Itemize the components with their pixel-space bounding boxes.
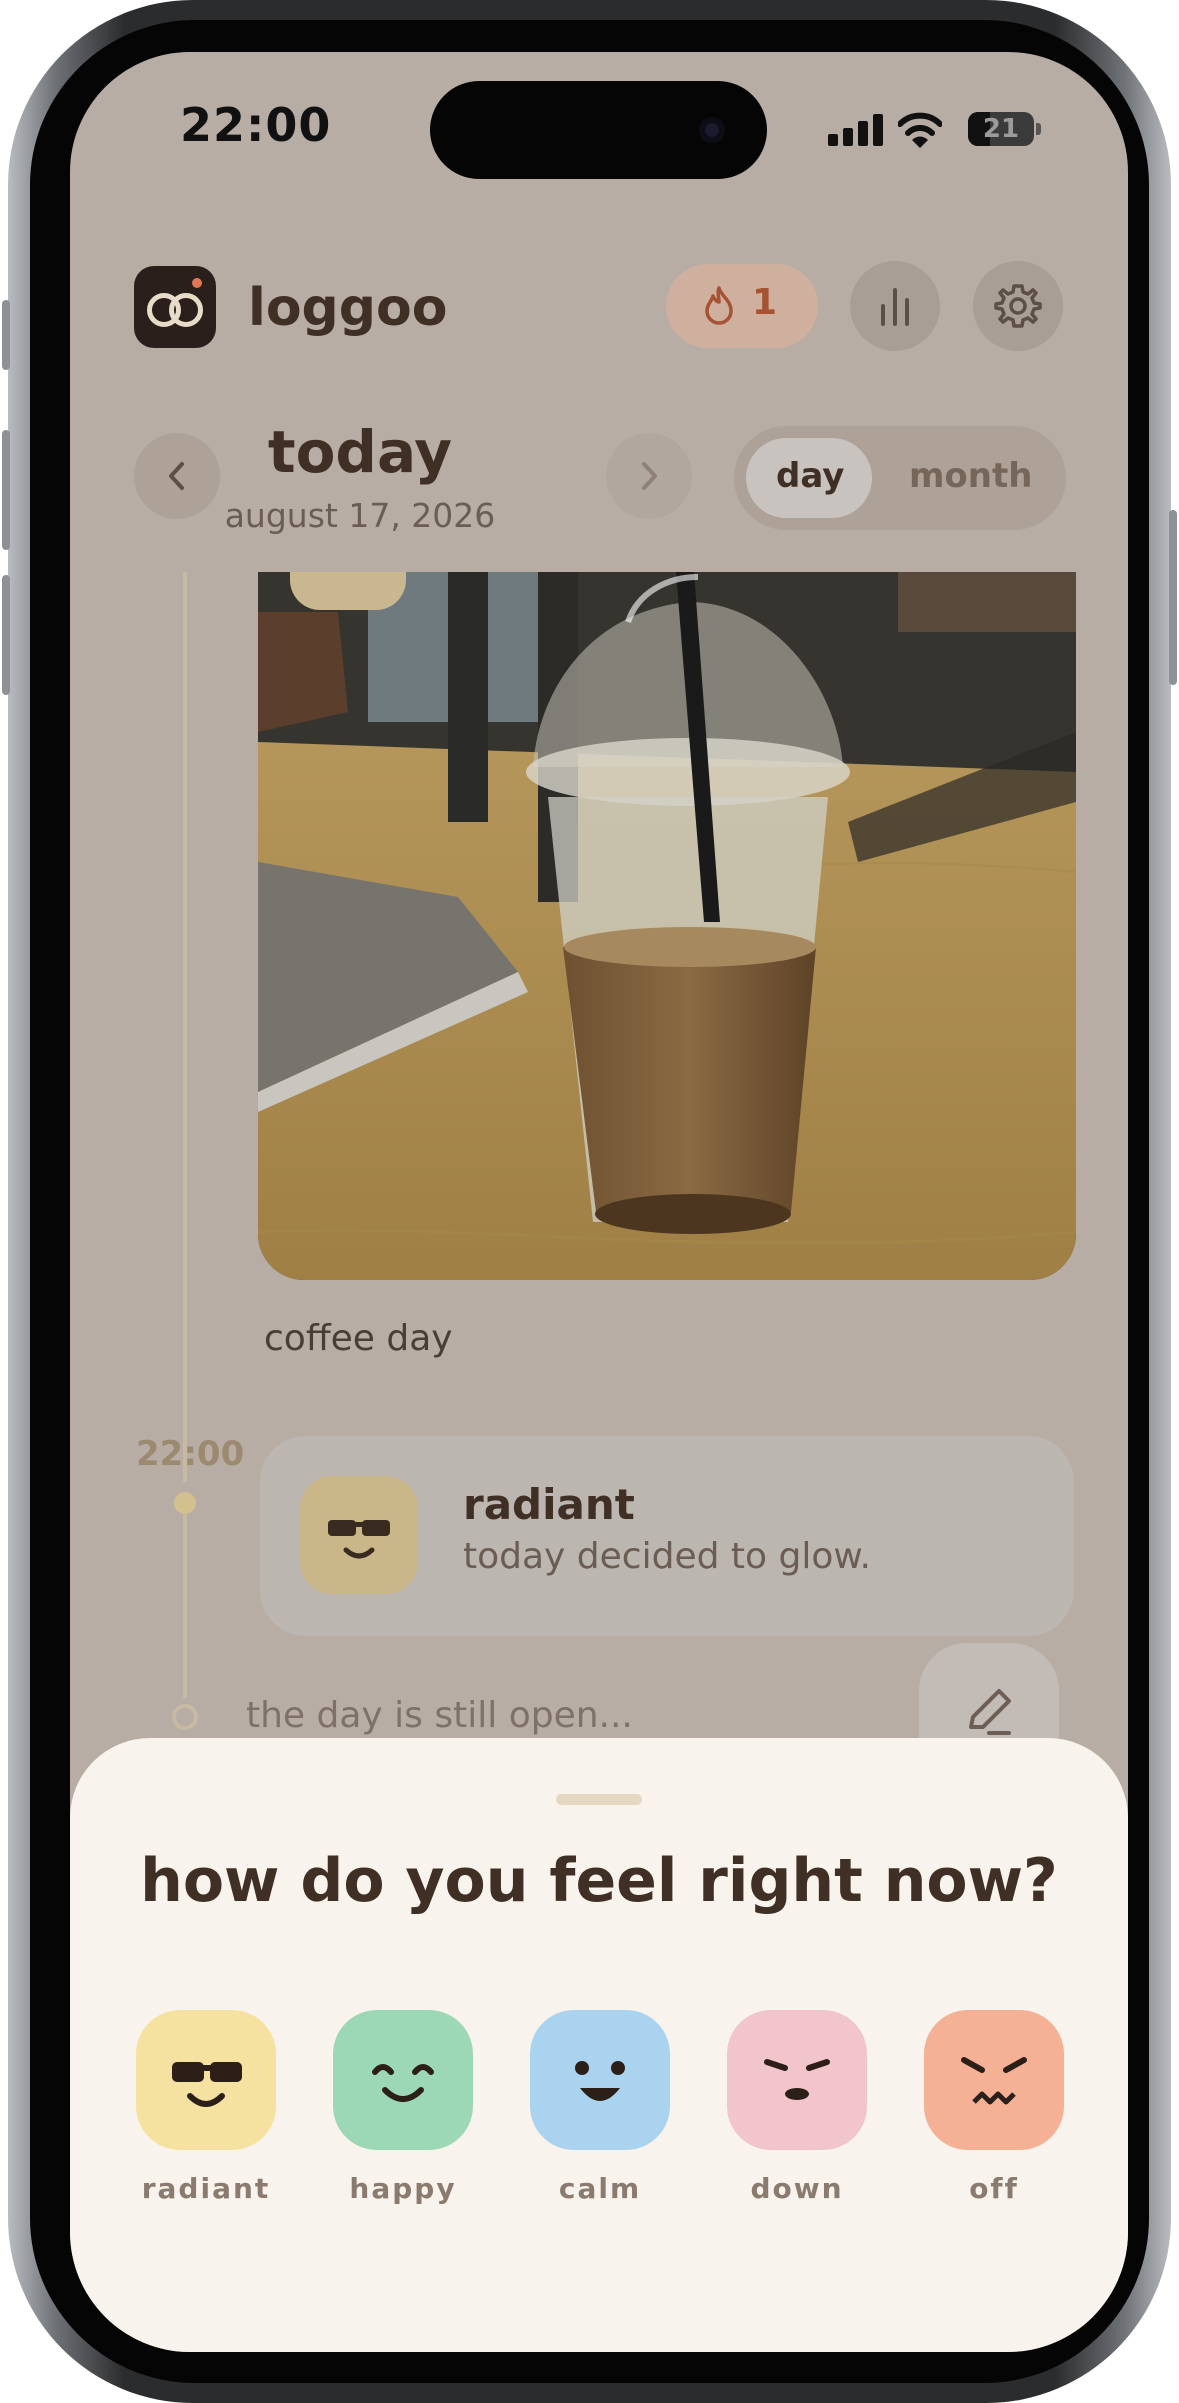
happy-face-icon — [372, 2064, 434, 2102]
chevron-right-icon — [642, 462, 657, 490]
app-logo — [134, 266, 216, 348]
entry-mood: radiant — [463, 1480, 635, 1529]
gear-icon — [994, 284, 1042, 328]
entry-note: today decided to glow. — [463, 1536, 871, 1577]
power-button — [1169, 510, 1177, 685]
streak-badge[interactable]: 1 — [666, 264, 818, 348]
mood-entry-card[interactable]: radiant today decided to glow. — [260, 1436, 1074, 1636]
bar-chart-icon — [881, 288, 909, 326]
mood-label: off — [969, 2172, 1019, 2205]
down-face-icon — [764, 2059, 830, 2100]
pencil-icon — [969, 1689, 1011, 1735]
status-time: 22:00 — [180, 98, 332, 152]
battery-level: 21 — [982, 114, 1020, 144]
page-title: today — [267, 418, 453, 486]
off-face-icon — [961, 2057, 1027, 2105]
streak-count: 1 — [752, 282, 778, 323]
timeline-line — [183, 1514, 187, 1698]
mood-label: happy — [349, 2172, 457, 2205]
flame-icon — [705, 286, 733, 325]
mood-label: radiant — [141, 2172, 271, 2205]
screen: 22:00 21 loggoo 1 today august 17, 2026 … — [70, 52, 1128, 2352]
mood-down-button[interactable] — [727, 2010, 867, 2150]
next-day-button[interactable] — [606, 433, 692, 519]
settings-button[interactable] — [973, 261, 1063, 351]
sheet-question: how do you feel right now? — [140, 1846, 1058, 1916]
timeline-line — [183, 572, 187, 1482]
open-dot — [172, 1704, 198, 1730]
mood-happy-button[interactable] — [333, 2010, 473, 2150]
entry-time: 22:00 — [136, 1434, 245, 1474]
mood-radiant-button[interactable] — [136, 2010, 276, 2150]
day-open-text: the day is still open... — [246, 1695, 633, 1736]
volume-down-button — [2, 575, 10, 695]
timeline-dot — [174, 1492, 196, 1514]
mood-off-button[interactable] — [924, 2010, 1064, 2150]
mood-calm-button[interactable] — [530, 2010, 670, 2150]
month-tab[interactable]: month — [909, 456, 1032, 496]
stats-button[interactable] — [850, 261, 940, 351]
radiant-face-icon — [172, 2062, 242, 2107]
mood-label: down — [750, 2172, 844, 2205]
camera-icon — [699, 117, 725, 143]
signal-icon — [828, 114, 884, 146]
date-subtitle: august 17, 2026 — [224, 496, 496, 535]
calm-face-icon — [575, 2061, 625, 2101]
entry-photo[interactable] — [258, 572, 1076, 1280]
action-button — [2, 300, 10, 370]
app-name: loggoo — [248, 278, 448, 338]
radiant-face-icon — [300, 1476, 418, 1594]
phone-frame: 22:00 21 loggoo 1 today august 17, 2026 … — [2, 0, 1177, 2403]
mood-picker-sheet: how do you feel right now? radiant happy… — [70, 1738, 1128, 2352]
mood-chip — [290, 572, 406, 610]
view-toggle: day month — [734, 426, 1066, 530]
wifi-icon — [898, 112, 942, 148]
dynamic-island — [430, 81, 767, 179]
photo-caption: coffee day — [264, 1318, 453, 1359]
battery-icon: 21 — [968, 112, 1041, 146]
iced-coffee-photo — [258, 572, 1076, 1280]
mood-label: calm — [558, 2172, 642, 2205]
chevron-left-icon — [169, 462, 184, 490]
volume-up-button — [2, 430, 10, 550]
sheet-handle[interactable] — [556, 1794, 642, 1805]
day-tab-label[interactable]: day — [776, 456, 844, 496]
